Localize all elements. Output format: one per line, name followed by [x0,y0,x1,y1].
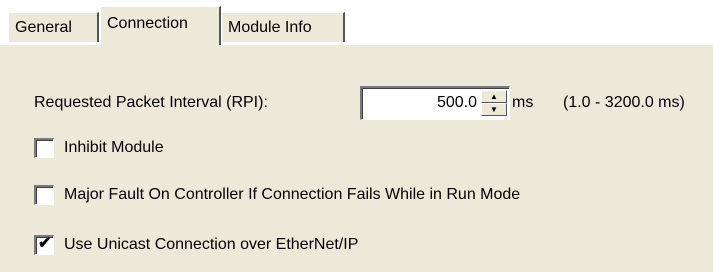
checkmark-icon: ✔ [38,235,52,252]
unicast-connection-option[interactable]: ✔ Use Unicast Connection over EtherNet/I… [34,234,358,256]
inhibit-module-checkbox[interactable] [34,138,54,158]
rpi-label: Requested Packet Interval (RPI): [34,94,268,111]
rpi-range: (1.0 - 3200.0 ms) [563,94,685,111]
spin-up-arrow-icon[interactable]: ▲ [481,90,507,103]
inhibit-module-option[interactable]: Inhibit Module [34,137,164,159]
major-fault-option[interactable]: Major Fault On Controller If Connection … [34,184,520,206]
unicast-connection-label[interactable]: Use Unicast Connection over EtherNet/IP [64,234,358,256]
rpi-value[interactable]: 500.0 [437,94,477,112]
inhibit-module-label[interactable]: Inhibit Module [64,137,164,159]
unicast-connection-checkbox[interactable]: ✔ [34,235,54,255]
major-fault-checkbox[interactable] [34,185,54,205]
tab-connection[interactable]: Connection [100,6,221,45]
tab-general[interactable]: General [8,12,99,42]
major-fault-label[interactable]: Major Fault On Controller If Connection … [64,184,520,206]
rpi-spinner[interactable]: ▲ ▼ [481,90,507,117]
tab-module-info[interactable]: Module Info [221,12,345,42]
spin-down-arrow-icon[interactable]: ▼ [481,103,507,116]
rpi-units: ms [512,94,534,111]
rpi-input[interactable]: 500.0 ▲ ▼ [360,86,510,120]
